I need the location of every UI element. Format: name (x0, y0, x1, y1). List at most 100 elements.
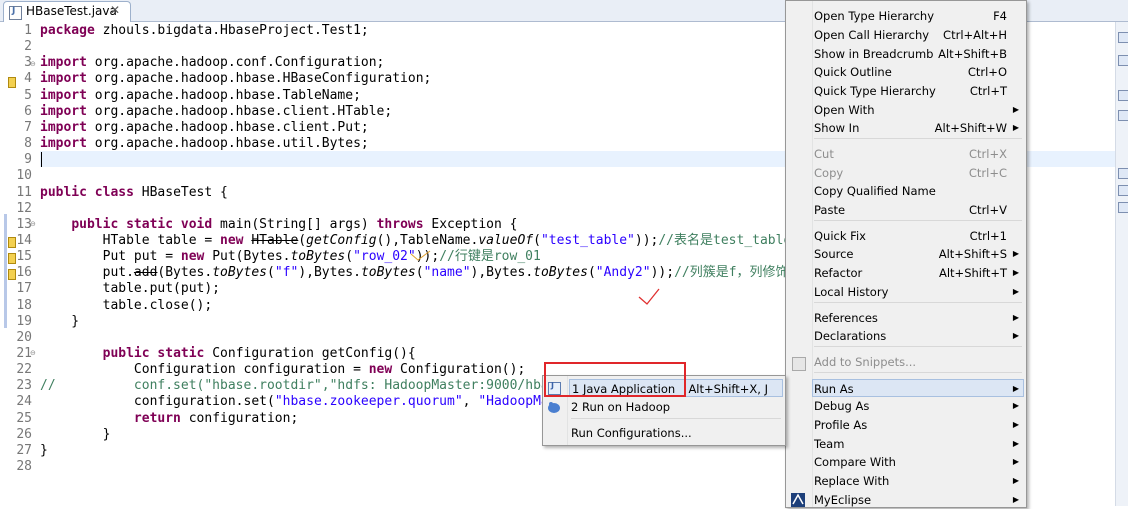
menu-item-open-with[interactable]: Open With ▶ (813, 101, 1023, 119)
code-token: package (40, 23, 95, 38)
fold-icon[interactable]: ⊖ (30, 60, 37, 68)
view-icon[interactable] (1118, 55, 1128, 66)
warning-icon[interactable] (8, 237, 18, 248)
code-line[interactable]: return configuration; (40, 411, 298, 427)
code-token: import (40, 87, 87, 103)
code-line[interactable]: public class HBaseTest { (40, 185, 228, 201)
code-line[interactable]: HTable table = new HTable(getConfig(),Ta… (40, 232, 792, 249)
code-token: "name" (423, 265, 471, 281)
code-token: toBytes (212, 265, 267, 281)
code-token: org.apache.hadoop.conf.Configuration; (86, 55, 385, 71)
line-number: 21 (16, 346, 32, 361)
code-token: configuration.set( (40, 394, 275, 410)
menu-item-profile-as[interactable]: Profile As ▶ (813, 416, 1023, 434)
code-line[interactable]: } (40, 427, 111, 443)
code-line[interactable]: Put put = new Put(Bytes.toBytes("row_02"… (40, 249, 541, 265)
menu-item-show-in-breadcrumb[interactable]: Show in Breadcrumb Alt+Shift+B (813, 45, 1023, 63)
menu-item-debug-as[interactable]: Debug As ▶ (813, 397, 1023, 415)
submenu-item-label: 2 Run on Hadoop (571, 400, 671, 414)
menu-item-open-type-hierarchy[interactable]: Open Type Hierarchy F4 (813, 7, 1023, 25)
menu-item-shortcut: Ctrl+T (969, 84, 1007, 98)
red-check-annotation (410, 250, 431, 261)
submenu-item-run-configurations[interactable]: Run Configurations... (569, 424, 783, 442)
view-icon[interactable] (1118, 32, 1128, 43)
red-check-annotation (638, 288, 660, 305)
menu-item-shortcut: Alt+Shift+B (938, 47, 1007, 61)
code-token: (),TableName. (376, 232, 479, 248)
view-icon[interactable] (1118, 110, 1128, 121)
menu-item-quick-type-hierarchy[interactable]: Quick Type Hierarchy Ctrl+T (813, 82, 1023, 100)
menu-item-label: Declarations (814, 329, 887, 343)
line-number: 7 (24, 119, 32, 135)
code-token: } (40, 313, 80, 329)
code-token: "test_table" (540, 232, 635, 248)
code-token: new (180, 249, 205, 265)
code-line[interactable]: import org.apache.hadoop.hbase.client.HT… (40, 104, 392, 120)
code-line[interactable]: } (40, 314, 79, 330)
fold-icon[interactable]: ⊖ (30, 349, 37, 357)
line-number: 26 (16, 426, 32, 442)
submenu-arrow-icon: ▶ (1012, 384, 1019, 393)
code-token: table.close(); (40, 297, 213, 313)
fold-icon[interactable]: ⊖ (30, 220, 37, 228)
submenu-item-2-run-on-hadoop[interactable]: 2 Run on Hadoop (569, 398, 783, 416)
code-token: static (126, 216, 174, 232)
menu-item-open-call-hierarchy[interactable]: Open Call Hierarchy Ctrl+Alt+H (813, 26, 1023, 44)
warning-icon[interactable] (8, 77, 18, 88)
warning-icon[interactable] (8, 269, 18, 280)
menu-item-local-history[interactable]: Local History ▶ (813, 283, 1023, 301)
menu-item-team[interactable]: Team ▶ (813, 435, 1023, 453)
menu-item-label: Copy Qualified Name (814, 184, 936, 198)
menu-item-quick-outline[interactable]: Quick Outline Ctrl+O (813, 63, 1023, 81)
code-token: //表名是test_table (658, 232, 792, 248)
menu-item-references[interactable]: References ▶ (813, 309, 1023, 327)
menu-item-show-in[interactable]: Show In Alt+Shift+W ▶ (813, 119, 1023, 137)
submenu-arrow-icon: ▶ (1012, 287, 1019, 296)
menu-item-label: Quick Type Hierarchy (814, 84, 936, 98)
code-line[interactable]: } (40, 443, 48, 459)
menu-item-label: Replace With (814, 474, 890, 488)
close-icon[interactable]: ✕ (110, 3, 120, 17)
code-line[interactable]: public static Configuration getConfig(){ (40, 346, 416, 362)
code-token: add (133, 265, 158, 281)
code-line[interactable]: Configuration configuration = new Config… (40, 362, 525, 378)
code-line[interactable]: public static void main(String[] args) t… (40, 217, 517, 233)
menu-item-quick-fix[interactable]: Quick Fix Ctrl+1 (813, 227, 1023, 245)
code-line[interactable]: import org.apache.hadoop.hbase.util.Byte… (40, 136, 369, 152)
code-line[interactable]: package zhouls.bigdata.HbaseProject.Test… (40, 23, 369, 39)
menu-item-myeclipse[interactable]: MyEclipse ▶ (813, 491, 1023, 509)
tab-hbasetest[interactable]: HBaseTest.java ✕ (3, 1, 131, 22)
view-icon[interactable] (1118, 168, 1128, 179)
code-token: Put put = (40, 249, 181, 265)
menu-item-cut[interactable]: Cut Ctrl+X (813, 145, 1023, 163)
code-line[interactable]: put.add(Bytes.toBytes("f"),Bytes.toBytes… (40, 265, 823, 281)
code-token: )); (650, 265, 675, 281)
menu-item-run-as[interactable]: Run As ▶ (812, 379, 1024, 397)
code-line[interactable]: import org.apache.hadoop.hbase.TableName… (40, 88, 361, 104)
menu-item-source[interactable]: Source Alt+Shift+S ▶ (813, 245, 1023, 263)
menu-item-add-to-snippets[interactable]: Add to Snippets... (813, 353, 1023, 371)
code-line[interactable]: import org.apache.hadoop.hbase.HBaseConf… (40, 71, 431, 87)
code-line[interactable]: // conf.set("hbase.rootdir","hdfs: Hadoo… (40, 378, 557, 394)
code-line[interactable]: configuration.set("hbase.zookeeper.quoru… (40, 394, 549, 410)
line-number: 1 (24, 23, 32, 38)
menu-item-paste[interactable]: Paste Ctrl+V (813, 201, 1023, 219)
menu-item-declarations[interactable]: Declarations ▶ (813, 327, 1023, 345)
code-line[interactable]: table.put(put); (40, 281, 220, 297)
view-icon[interactable] (1118, 185, 1128, 196)
warning-icon[interactable] (8, 253, 18, 264)
view-icon[interactable] (1118, 90, 1128, 101)
view-icon[interactable] (1118, 202, 1128, 213)
code-token: "hbase.zookeeper.quorum" (274, 394, 463, 410)
code-line[interactable]: import org.apache.hadoop.conf.Configurat… (40, 55, 384, 71)
menu-item-compare-with[interactable]: Compare With ▶ (813, 453, 1023, 471)
menu-item-refactor[interactable]: Refactor Alt+Shift+T ▶ (813, 264, 1023, 282)
myeclipse-icon (791, 493, 805, 507)
menu-item-copy[interactable]: Copy Ctrl+C (813, 164, 1023, 182)
code-line[interactable]: import org.apache.hadoop.hbase.client.Pu… (40, 120, 369, 136)
menu-item-label: Quick Fix (814, 229, 866, 243)
code-line[interactable]: table.close(); (40, 297, 213, 314)
line-number: 27 (16, 442, 32, 458)
menu-item-copy-qualified-name[interactable]: Copy Qualified Name (813, 182, 1023, 200)
menu-item-replace-with[interactable]: Replace With ▶ (813, 472, 1023, 490)
